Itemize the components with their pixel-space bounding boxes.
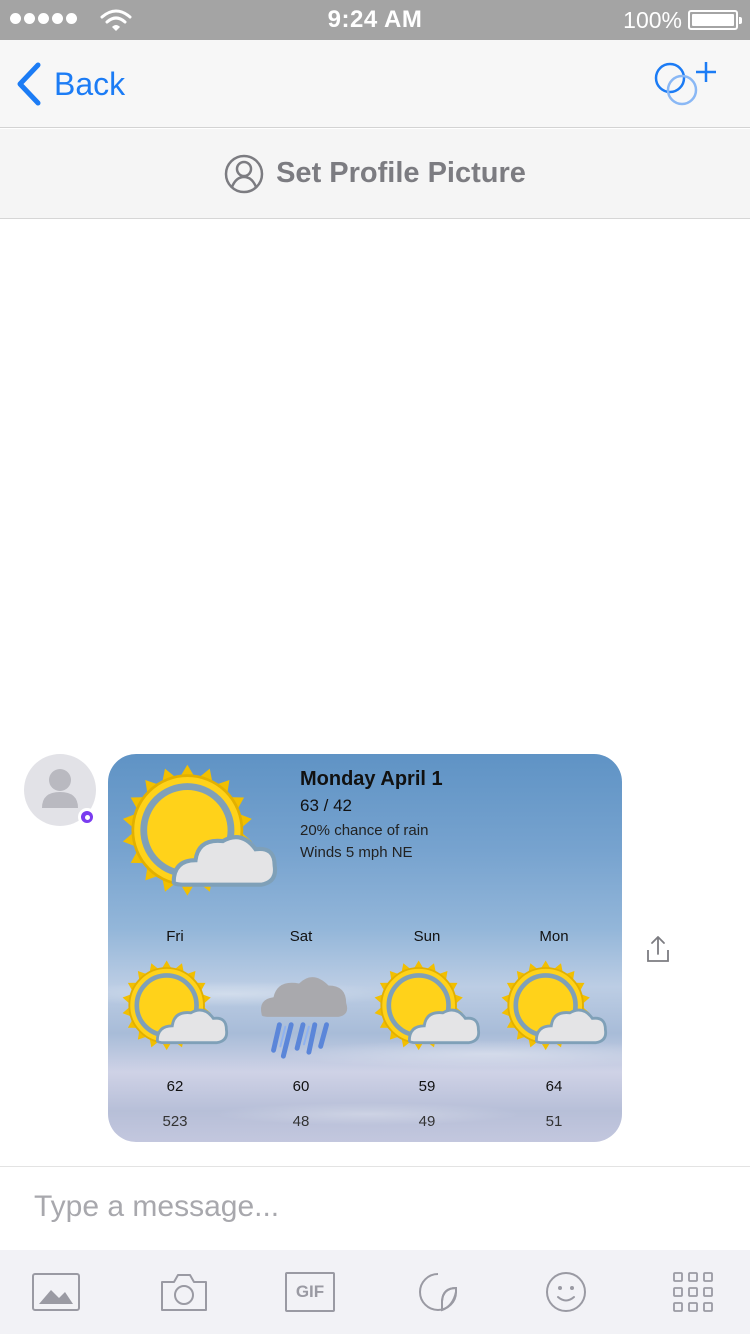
battery-icon <box>688 10 742 30</box>
partly-sunny-icon <box>372 956 484 1064</box>
emoji-button[interactable] <box>541 1270 591 1314</box>
profile-person-icon <box>224 154 264 193</box>
day-name: Fri <box>166 928 184 945</box>
day-high-temp: 59 <box>418 1078 436 1095</box>
gif-button[interactable]: GIF <box>285 1272 335 1312</box>
status-bar: 9:24 AM 100% <box>0 0 750 40</box>
chat-screen: { "status_bar": { "time": "9:24 AM", "ba… <box>0 0 750 1334</box>
rain-icon <box>246 956 358 1064</box>
partly-sunny-icon <box>499 956 611 1064</box>
day-name: Sun <box>413 928 441 945</box>
camera-button[interactable] <box>159 1270 209 1314</box>
forecast-temperatures: 63 / 42 <box>300 796 352 815</box>
day-high-temp: 62 <box>166 1078 184 1095</box>
forecast-rain-chance: 20% chance of rain <box>300 822 429 839</box>
gif-label: GIF <box>295 1282 325 1301</box>
smiley-icon <box>546 1272 586 1312</box>
battery-percentage: 100% <box>623 7 682 33</box>
bot-badge-icon <box>78 808 96 826</box>
forecast-day: Sun 59 49 <box>368 928 486 1138</box>
navigation-bar: Back <box>0 40 750 128</box>
message-input[interactable] <box>34 1185 714 1229</box>
day-low-temp: 523 <box>162 1113 188 1130</box>
forecast-wind: Winds 5 mph NE <box>300 844 413 861</box>
photo-icon <box>32 1273 80 1311</box>
day-high-temp: 60 <box>292 1078 310 1095</box>
set-profile-picture-label: Set Profile Picture <box>276 157 526 189</box>
forecast-date: Monday April 1 <box>300 768 443 790</box>
day-high-temp: 64 <box>545 1078 563 1095</box>
forecast-day: Mon 64 51 <box>495 928 613 1138</box>
forecast-day: Fri 62 523 <box>116 928 234 1138</box>
share-icon[interactable] <box>644 934 672 964</box>
set-profile-picture-banner[interactable]: Set Profile Picture <box>0 129 750 219</box>
partly-sunny-icon <box>120 956 232 1064</box>
day-low-temp: 51 <box>545 1113 563 1130</box>
day-name: Mon <box>539 928 569 945</box>
add-participants-icon[interactable] <box>652 58 722 110</box>
day-low-temp: 48 <box>292 1113 310 1130</box>
chevron-left-icon <box>17 62 41 106</box>
back-label: Back <box>54 65 126 102</box>
photo-library-button[interactable] <box>31 1270 81 1314</box>
sticker-icon <box>419 1273 457 1312</box>
message-composer <box>0 1166 750 1250</box>
day-name: Sat <box>289 928 313 945</box>
weather-card[interactable]: Monday April 1 63 / 42 20% chance of rai… <box>108 754 622 1142</box>
attachment-toolbar: GIF <box>0 1250 750 1334</box>
day-low-temp: 49 <box>418 1113 436 1130</box>
sticker-button[interactable] <box>413 1270 463 1314</box>
grid-icon <box>673 1272 713 1312</box>
forecast-day: Sat 60 48 <box>242 928 360 1138</box>
apps-grid-button[interactable] <box>668 1270 718 1314</box>
camera-icon <box>161 1274 207 1311</box>
back-button[interactable]: Back <box>14 60 125 108</box>
partly-sunny-icon <box>116 762 286 912</box>
